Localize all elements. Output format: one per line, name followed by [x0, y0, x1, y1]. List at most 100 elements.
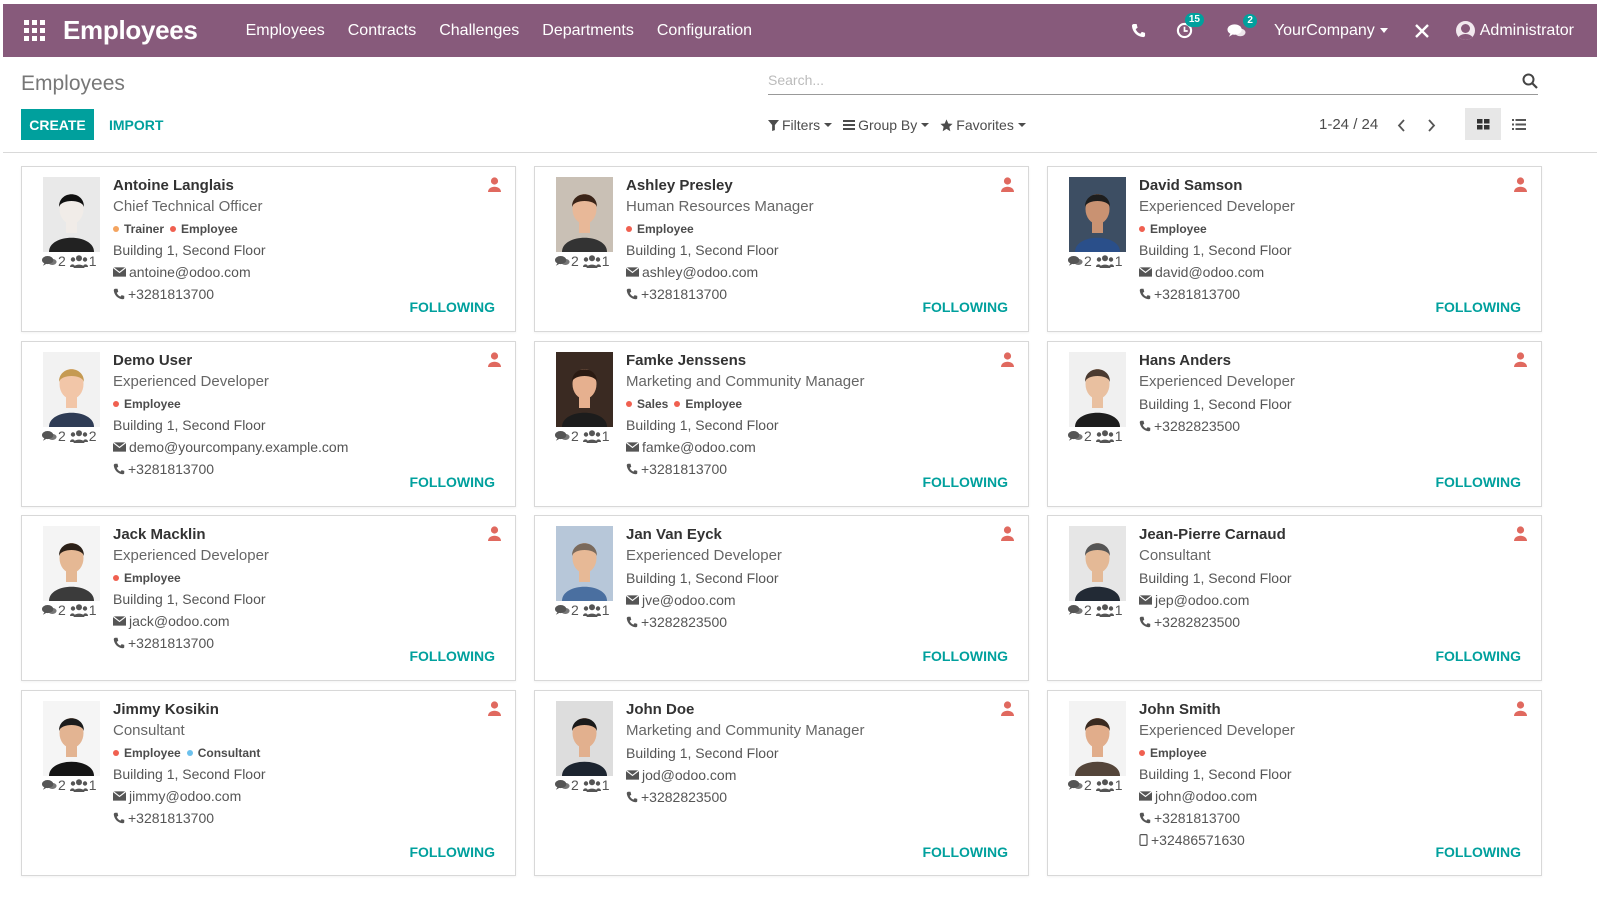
phone-icon	[1139, 812, 1151, 824]
employee-card[interactable]: 2 2 Demo User Experienced Developer Employee…	[21, 341, 516, 507]
following-button[interactable]: FOLLOWING	[409, 474, 495, 490]
menu-departments[interactable]: Departments	[542, 22, 634, 40]
employee-name[interactable]: Ashley Presley	[626, 177, 986, 195]
following-button[interactable]: FOLLOWING	[922, 844, 1008, 860]
employee-email[interactable]: jimmy@odoo.com	[113, 785, 473, 807]
following-button[interactable]: FOLLOWING	[1435, 474, 1521, 490]
employee-photo[interactable]	[43, 352, 100, 427]
create-button[interactable]: CREATE	[21, 109, 94, 140]
employee-email[interactable]: famke@odoo.com	[626, 436, 986, 458]
employee-card[interactable]: 2 1 Jack Macklin Experienced Developer Emplo…	[21, 515, 516, 681]
employee-name[interactable]: Jean-Pierre Carnaud	[1139, 526, 1499, 544]
employee-email-text: jack@odoo.com	[129, 613, 230, 629]
employee-phone[interactable]: +3282823500	[626, 786, 986, 808]
employee-card[interactable]: 2 1 Hans Anders Experienced Developer Buildi…	[1047, 341, 1542, 507]
employee-name[interactable]: John Doe	[626, 701, 986, 719]
employee-email[interactable]: john@odoo.com	[1139, 785, 1499, 807]
employee-email-text: jep@odoo.com	[1155, 592, 1250, 608]
employee-phone[interactable]: +3282823500	[1139, 611, 1499, 633]
groupby-dropdown[interactable]: Group By	[843, 117, 930, 133]
menu-configuration[interactable]: Configuration	[657, 22, 752, 40]
employee-email[interactable]: ashley@odoo.com	[626, 261, 986, 283]
following-button[interactable]: FOLLOWING	[1435, 299, 1521, 315]
following-button[interactable]: FOLLOWING	[409, 844, 495, 860]
employee-phone[interactable]: +3282823500	[626, 611, 986, 633]
employee-photo[interactable]	[556, 526, 613, 601]
employee-photo-image	[556, 352, 613, 427]
employee-photo[interactable]	[1069, 177, 1126, 252]
employee-name[interactable]: Famke Jenssens	[626, 352, 986, 370]
employee-phone[interactable]: +3281813700	[113, 807, 473, 829]
employee-name[interactable]: Jimmy Kosikin	[113, 701, 473, 719]
employee-card[interactable]: 2 1 Jan Van Eyck Experienced Developer Build…	[534, 515, 1029, 681]
chat-bubbles-icon[interactable]: 2	[1227, 13, 1257, 39]
employee-photo[interactable]	[556, 177, 613, 252]
employee-name[interactable]: John Smith	[1139, 701, 1499, 719]
employee-photo[interactable]	[43, 701, 100, 776]
employee-card[interactable]: 2 1 Antoine Langlais Chief Technical Office…	[21, 166, 516, 332]
envelope-icon	[1139, 791, 1152, 801]
favorites-dropdown[interactable]: Favorites	[940, 117, 1026, 133]
company-switcher[interactable]: YourCompany	[1274, 22, 1388, 40]
employee-photo[interactable]	[1069, 701, 1126, 776]
following-button[interactable]: FOLLOWING	[409, 299, 495, 315]
employee-email[interactable]: jep@odoo.com	[1139, 589, 1499, 611]
employee-photo[interactable]	[1069, 526, 1126, 601]
employee-email[interactable]: demo@yourcompany.example.com	[113, 436, 473, 458]
employee-card[interactable]: 2 1 John Doe Marketing and Community Manage…	[534, 690, 1029, 876]
employee-photo[interactable]	[43, 177, 100, 252]
employee-card[interactable]: 2 1 John Smith Experienced Developer Employe…	[1047, 690, 1542, 876]
pager-previous-icon[interactable]	[1391, 115, 1411, 135]
following-button[interactable]: FOLLOWING	[922, 648, 1008, 664]
list-view-icon[interactable]	[1501, 108, 1537, 140]
pager-next-icon[interactable]	[1421, 115, 1441, 135]
user-menu[interactable]: Administrator	[1455, 21, 1574, 40]
following-button[interactable]: FOLLOWING	[1435, 844, 1521, 860]
employee-card[interactable]: 2 1 Jimmy Kosikin Consultant Employee Consult…	[21, 690, 516, 876]
employee-phone[interactable]: +3281813700	[1139, 807, 1499, 829]
filters-dropdown[interactable]: Filters	[768, 117, 833, 133]
employee-email[interactable]: david@odoo.com	[1139, 261, 1499, 283]
employee-card[interactable]: 2 1 Ashley Presley Human Resources Manager E…	[534, 166, 1029, 332]
tag-color-dot	[113, 575, 119, 581]
kanban-view-icon[interactable]	[1465, 108, 1501, 140]
tag-label: Employee	[637, 222, 694, 236]
following-button[interactable]: FOLLOWING	[1435, 648, 1521, 664]
employee-card[interactable]: 2 1 David Samson Experienced Developer Emplo…	[1047, 166, 1542, 332]
employee-photo[interactable]	[556, 701, 613, 776]
search-input[interactable]	[768, 69, 1508, 88]
activity-clock-icon[interactable]: 15	[1176, 13, 1204, 39]
employee-name[interactable]: Jack Macklin	[113, 526, 473, 544]
menu-employees[interactable]: Employees	[246, 22, 325, 40]
import-button[interactable]: IMPORT	[109, 109, 163, 140]
employee-email[interactable]: jve@odoo.com	[626, 589, 986, 611]
app-title[interactable]: Employees	[63, 15, 198, 46]
employee-name[interactable]: Hans Anders	[1139, 352, 1499, 370]
employee-card[interactable]: 2 1 Famke Jenssens Marketing and Community …	[534, 341, 1029, 507]
menu-contracts[interactable]: Contracts	[348, 22, 416, 40]
employee-photo[interactable]	[556, 352, 613, 427]
pager-value[interactable]: 1-24 / 24	[1319, 116, 1378, 133]
following-button[interactable]: FOLLOWING	[922, 299, 1008, 315]
following-button[interactable]: FOLLOWING	[409, 648, 495, 664]
employee-photo[interactable]	[43, 526, 100, 601]
presence-user-icon	[1001, 352, 1014, 367]
employee-card[interactable]: 2 1 Jean-Pierre Carnaud Consultant Building …	[1047, 515, 1542, 681]
employee-photo[interactable]	[1069, 352, 1126, 427]
employee-email[interactable]: jack@odoo.com	[113, 610, 473, 632]
employee-name[interactable]: David Samson	[1139, 177, 1499, 195]
apps-grid-icon[interactable]	[24, 20, 46, 42]
employee-phone-text: +3281813700	[128, 635, 215, 651]
employee-name[interactable]: Jan Van Eyck	[626, 526, 986, 544]
employee-name[interactable]: Demo User	[113, 352, 473, 370]
employee-email[interactable]: antoine@odoo.com	[113, 261, 473, 283]
employee-email[interactable]: jod@odoo.com	[626, 764, 986, 786]
employee-name[interactable]: Antoine Langlais	[113, 177, 473, 195]
top-navbar: Employees Employees Contracts Challenges…	[3, 4, 1597, 57]
search-icon[interactable]	[1522, 73, 1538, 94]
phone-icon[interactable]	[1131, 23, 1146, 38]
menu-challenges[interactable]: Challenges	[439, 22, 519, 40]
debug-close-icon[interactable]	[1414, 23, 1430, 39]
employee-phone[interactable]: +3282823500	[1139, 415, 1499, 437]
following-button[interactable]: FOLLOWING	[922, 474, 1008, 490]
